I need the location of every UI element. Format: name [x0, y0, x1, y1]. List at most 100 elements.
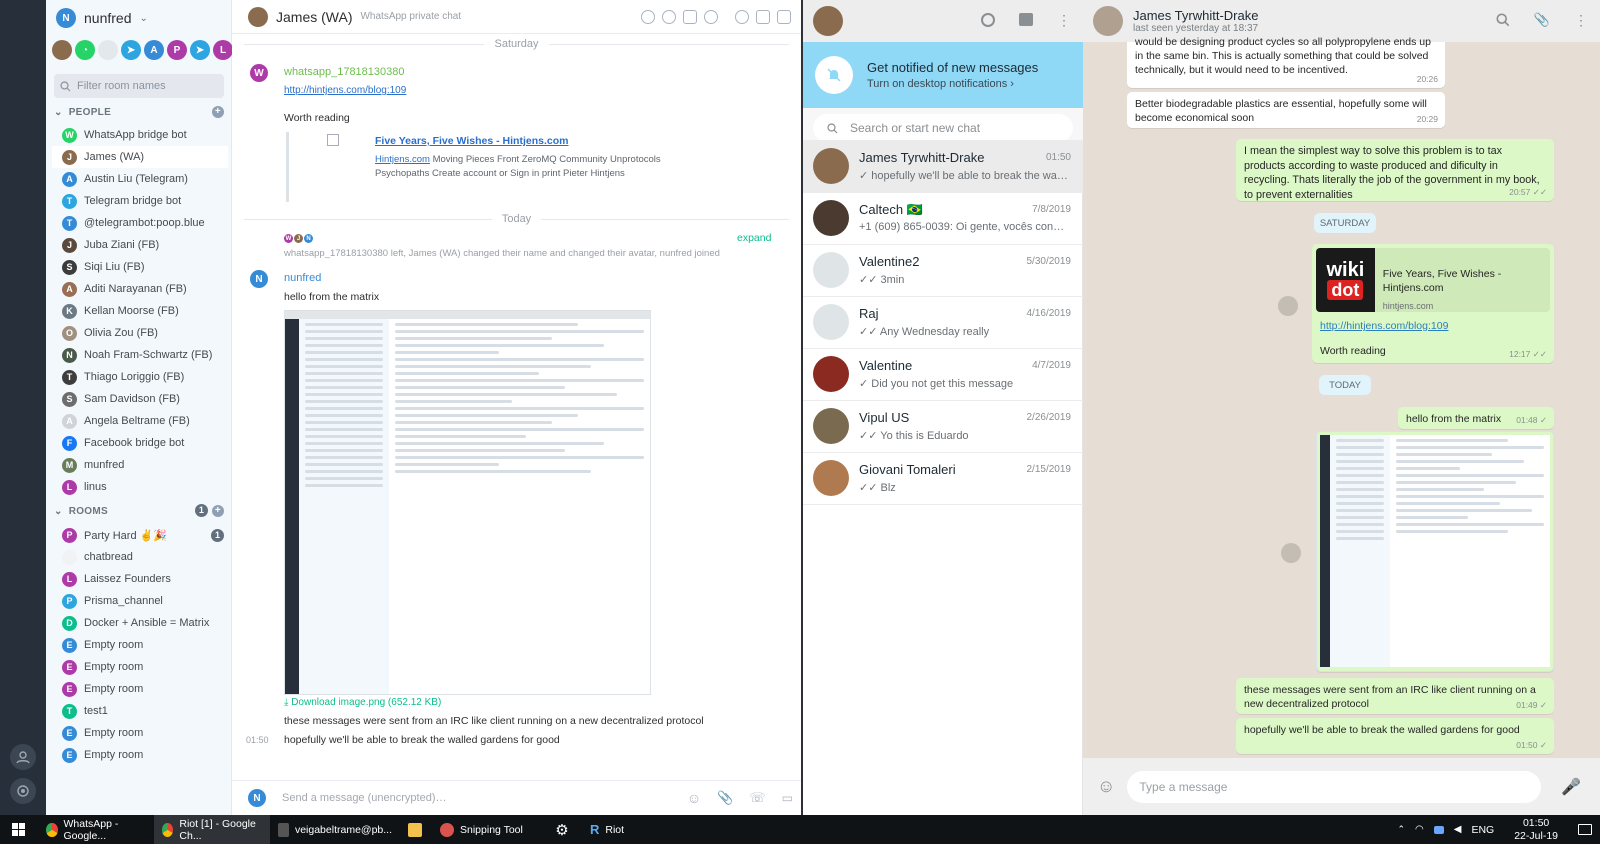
- person-item[interactable]: J James (WA): [52, 146, 228, 168]
- chat-list-item[interactable]: Caltech 🇧🇷 7/8/2019 +1 (609) 865-0039: Oi …: [803, 192, 1083, 245]
- chat-list-item[interactable]: Raj 4/16/2019 ✓✓ Any Wednesday really: [803, 296, 1083, 349]
- members-icon[interactable]: [735, 10, 749, 24]
- new-chat-icon[interactable]: [1019, 13, 1033, 26]
- volume-icon[interactable]: ◀: [1454, 824, 1462, 835]
- people-section-header[interactable]: ⌄ PEOPLE +: [54, 104, 228, 120]
- community-avatar[interactable]: L: [213, 40, 233, 60]
- room-item[interactable]: D Docker + Ansible = Matrix: [52, 612, 228, 634]
- contact-avatar[interactable]: [1093, 6, 1123, 36]
- settings-icon[interactable]: [641, 10, 655, 24]
- menu-icon[interactable]: ⋮: [1574, 13, 1588, 27]
- person-item[interactable]: A Angela Beltrame (FB): [52, 410, 228, 432]
- emoji-icon[interactable]: ☺: [687, 790, 701, 806]
- language-indicator[interactable]: ENG: [1471, 824, 1494, 836]
- add-room-icon[interactable]: +: [212, 505, 224, 517]
- preview-site[interactable]: Hintjens.com: [375, 154, 430, 165]
- chat-list-item[interactable]: Vipul US 2/26/2019 ✓✓ Yo this is Eduardo: [803, 400, 1083, 453]
- person-item[interactable]: K Kellan Moorse (FB): [52, 300, 228, 322]
- room-title[interactable]: James (WA): [276, 9, 352, 25]
- person-item[interactable]: Mmunfred: [52, 454, 228, 476]
- start-button[interactable]: [0, 815, 38, 844]
- room-item[interactable]: L Laissez Founders: [52, 568, 228, 590]
- emoji-icon[interactable]: ☺: [1097, 776, 1115, 797]
- message-sender[interactable]: nunfred: [284, 272, 321, 284]
- notification-banner[interactable]: Get notified of new messages Turn on des…: [803, 42, 1083, 108]
- apps-icon[interactable]: [683, 10, 697, 24]
- taskbar-item-snipping[interactable]: Snipping Tool: [432, 815, 542, 844]
- person-item[interactable]: Llinus: [52, 476, 228, 498]
- room-item[interactable]: P Party Hard ✌🎉 1: [52, 524, 228, 546]
- room-item[interactable]: E Empty room: [52, 656, 228, 678]
- filter-rooms-input[interactable]: Filter room names: [54, 74, 224, 98]
- share-icon[interactable]: [662, 10, 676, 24]
- video-call-icon[interactable]: ▭: [782, 791, 793, 805]
- room-item[interactable]: Ttest1: [52, 700, 228, 722]
- forward-icon[interactable]: [1281, 543, 1301, 563]
- person-item[interactable]: F Facebook bridge bot: [52, 432, 228, 454]
- person-item[interactable]: T Telegram bridge bot: [52, 190, 228, 212]
- microphone-icon[interactable]: 🎤: [1561, 777, 1581, 797]
- taskbar-item-riot[interactable]: Riot [1] - Google Ch...: [154, 815, 270, 844]
- message-sender[interactable]: whatsapp_17818130380: [284, 66, 405, 78]
- chevron-up-icon[interactable]: ⌃: [1397, 824, 1405, 835]
- clock[interactable]: 01:50 22-Jul-19: [1514, 817, 1558, 843]
- community-avatar[interactable]: P: [167, 40, 187, 60]
- person-item[interactable]: S Sam Davidson (FB): [52, 388, 228, 410]
- room-item[interactable]: E Empty room: [52, 722, 228, 744]
- room-item[interactable]: E Empty room: [52, 744, 228, 766]
- notifications-icon[interactable]: [1578, 824, 1592, 835]
- people-icon[interactable]: [10, 744, 36, 770]
- notifications-icon[interactable]: [777, 10, 791, 24]
- outgoing-image[interactable]: 01:49 ✓: [1316, 431, 1554, 672]
- room-avatar[interactable]: [248, 6, 268, 27]
- contact-name[interactable]: James Tyrwhitt-Drake: [1133, 8, 1258, 23]
- taskbar-item-settings[interactable]: ⚙: [542, 815, 582, 844]
- chat-list-item[interactable]: Giovani Tomaleri 2/15/2019 ✓✓ Blz: [803, 452, 1083, 505]
- person-item[interactable]: T Thiago Loriggio (FB): [52, 366, 228, 388]
- room-item[interactable]: P Prisma_channel: [52, 590, 228, 612]
- person-item[interactable]: N Noah Fram-Schwartz (FB): [52, 344, 228, 366]
- message-image[interactable]: [284, 310, 651, 695]
- attach-icon[interactable]: 📎: [1534, 13, 1550, 27]
- status-icon[interactable]: [981, 13, 995, 27]
- person-item[interactable]: A Aditi Narayanan (FB): [52, 278, 228, 300]
- person-item[interactable]: O Olivia Zou (FB): [52, 322, 228, 344]
- notification-link[interactable]: Turn on desktop notifications ›: [867, 78, 1038, 90]
- message-link[interactable]: http://hintjens.com/blog:109: [284, 85, 406, 96]
- person-item[interactable]: T @telegrambot:poop.blue: [52, 212, 228, 234]
- room-item[interactable]: chatbread: [52, 546, 228, 568]
- community-avatar[interactable]: [52, 40, 72, 60]
- search-icon[interactable]: [1496, 13, 1510, 27]
- message-link[interactable]: http://hintjens.com/blog:109: [1320, 319, 1550, 333]
- person-item[interactable]: J Juba Ziani (FB): [52, 234, 228, 256]
- whatsapp-icon[interactable]: ◔: [75, 40, 95, 60]
- sender-avatar[interactable]: W: [250, 64, 268, 82]
- person-item[interactable]: S Siqi Liu (FB): [52, 256, 228, 278]
- sender-avatar[interactable]: N: [250, 270, 268, 288]
- person-item[interactable]: A Austin Liu (Telegram): [52, 168, 228, 190]
- download-link[interactable]: ⤓ Download image.png (652.12 KB): [284, 697, 441, 708]
- link-preview[interactable]: wiki dot Five Years, Five Wishes - Hintj…: [1316, 248, 1550, 312]
- chat-list-item[interactable]: James Tyrwhitt-Drake 01:50 ✓ hopefully we'…: [803, 140, 1083, 193]
- room-item[interactable]: E Empty room: [52, 678, 228, 700]
- chat-list-item[interactable]: Valentine 4/7/2019 ✓ Did you not get this …: [803, 348, 1083, 401]
- community-avatar[interactable]: [98, 40, 118, 60]
- chat-list-item[interactable]: Valentine2 5/30/2019 ✓✓ 3min: [803, 244, 1083, 297]
- chat-search-input[interactable]: Search or start new chat: [813, 114, 1073, 142]
- taskbar-item-terminal[interactable]: veigabeltrame@pb...: [270, 815, 400, 844]
- taskbar-item-riot-app[interactable]: R Riot: [582, 815, 642, 844]
- files-icon[interactable]: [756, 10, 770, 24]
- telegram-icon[interactable]: ➤: [190, 40, 210, 60]
- composer-input[interactable]: Send a message (unencrypted)…: [282, 792, 671, 804]
- user-menu[interactable]: N nunfred ⌄: [56, 8, 148, 28]
- menu-icon[interactable]: ⋮: [1057, 13, 1071, 27]
- voice-call-icon[interactable]: ☏: [749, 790, 765, 806]
- add-person-icon[interactable]: +: [212, 106, 224, 118]
- message-input[interactable]: Type a message: [1127, 770, 1542, 803]
- own-avatar[interactable]: [813, 6, 843, 36]
- community-avatar[interactable]: A: [144, 40, 164, 60]
- taskbar-item-whatsapp[interactable]: WhatsApp - Google...: [38, 815, 154, 844]
- person-item[interactable]: W WhatsApp bridge bot: [52, 124, 228, 146]
- attach-icon[interactable]: 📎: [717, 790, 733, 806]
- rooms-section-header[interactable]: ⌄ ROOMS 1 +: [54, 503, 228, 519]
